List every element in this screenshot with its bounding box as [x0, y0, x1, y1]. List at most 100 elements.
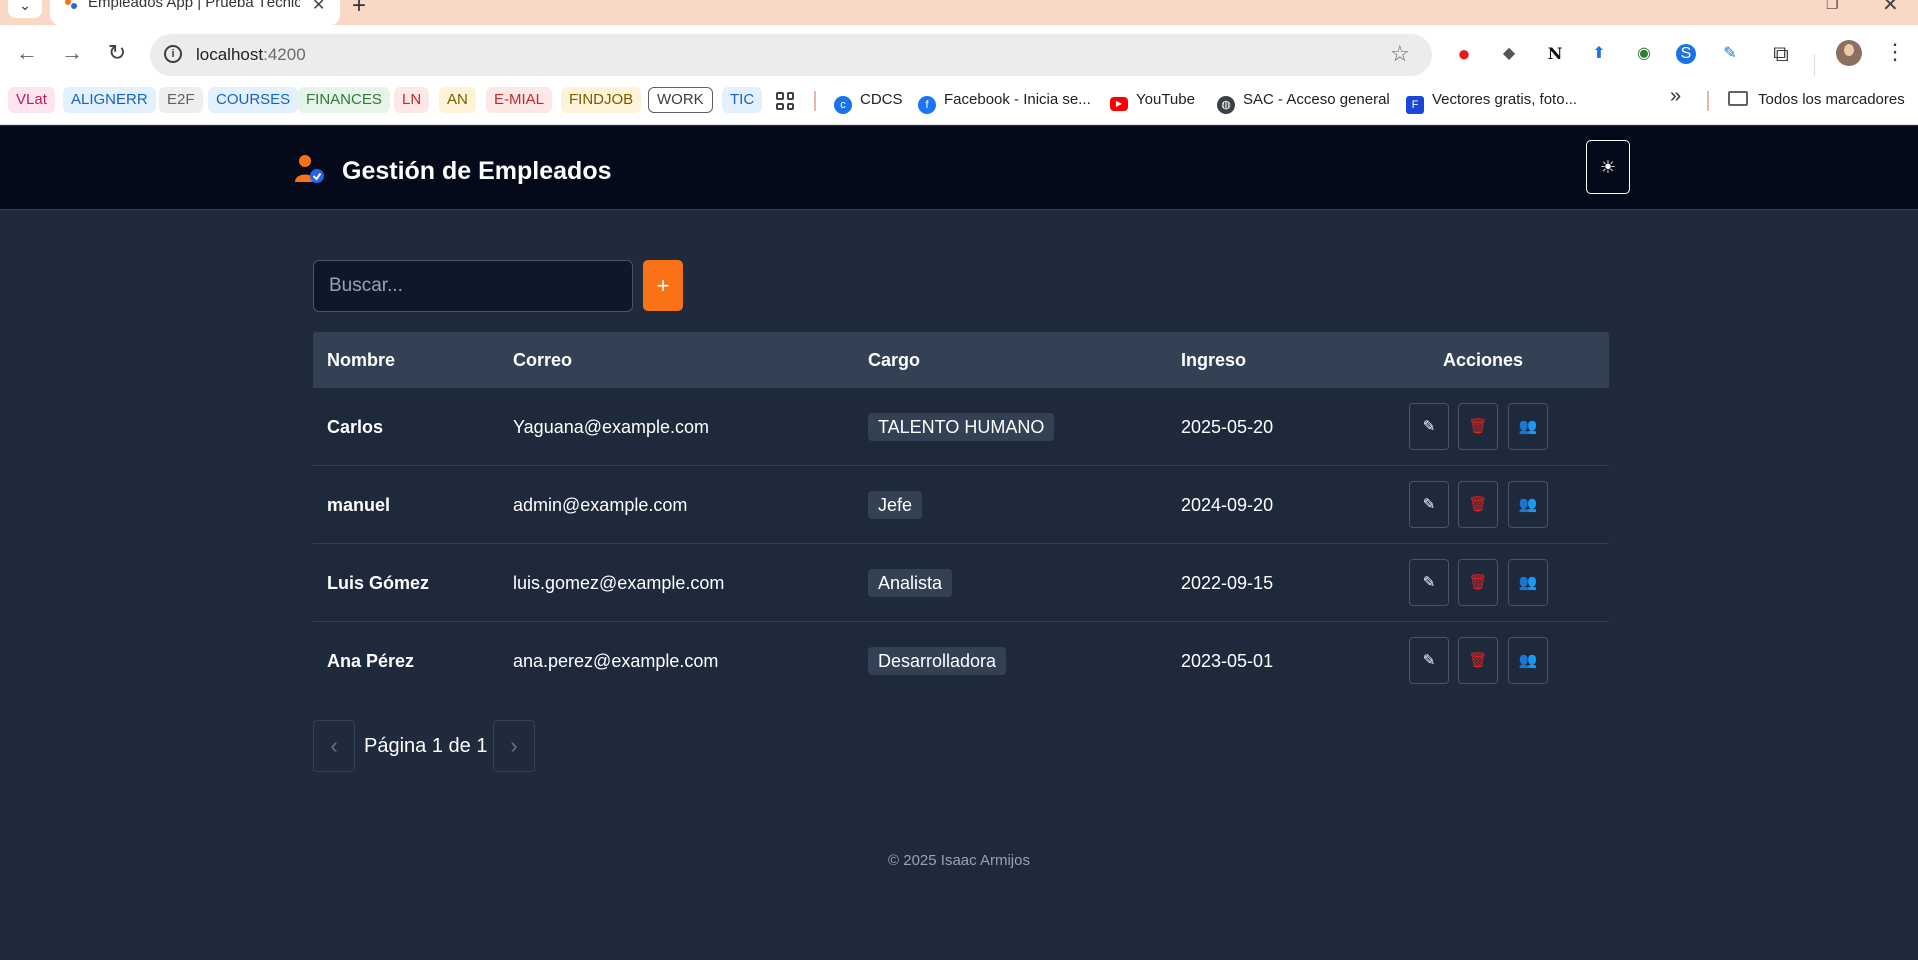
users-icon: 👥	[1518, 574, 1538, 591]
notion-extension-icon[interactable]: N	[1543, 42, 1567, 66]
employee-hire-date: 2022-09-15	[1181, 573, 1274, 593]
facebook-icon: f	[918, 96, 936, 114]
employee-name: manuel	[327, 495, 391, 515]
freepik-icon: F	[1406, 96, 1424, 114]
bookmark-facebook[interactable]: f Facebook - Inicia se...	[918, 87, 1091, 114]
assign-team-button[interactable]: 👥	[1508, 481, 1548, 528]
trash-icon: 🗑	[1468, 496, 1488, 513]
bookmark-folder-courses[interactable]: COURSES	[208, 87, 299, 113]
employee-role: Jefe	[868, 466, 923, 544]
bookmarks-divider-2	[1707, 91, 1709, 111]
toolbar-divider	[1814, 54, 1815, 76]
role-badge: Analista	[868, 569, 953, 597]
bookmark-folder-email[interactable]: E-MIAL	[486, 87, 553, 113]
bookmark-folder-an[interactable]: AN	[439, 87, 476, 113]
app-header: Gestión de Empleados ☀	[0, 126, 1918, 210]
all-bookmarks-folder[interactable]: Todos los marcadores	[1728, 87, 1905, 113]
extension-hat-icon[interactable]: ◆	[1497, 42, 1521, 66]
browser-menu-icon[interactable]: ⋮	[1884, 40, 1906, 64]
bookmark-folder-findjob[interactable]: FINDJOB	[561, 87, 642, 113]
bookmarks-bar: VLat ALIGNERR E2F COURSES FINANCES LN AN…	[0, 85, 1918, 125]
pen-extension-icon[interactable]: ✎	[1718, 42, 1742, 66]
edit-button[interactable]: ✎	[1409, 481, 1449, 528]
bookmark-folder-ln[interactable]: LN	[394, 87, 430, 113]
delete-button[interactable]: 🗑	[1458, 403, 1498, 450]
globe-extension-icon[interactable]: ◉	[1632, 42, 1656, 66]
delete-button[interactable]: 🗑	[1458, 637, 1498, 684]
delete-button[interactable]: 🗑	[1458, 481, 1498, 528]
chevron-left-icon: ‹	[330, 733, 338, 758]
assign-team-button[interactable]: 👥	[1508, 559, 1548, 606]
edit-icon: ✎	[1422, 496, 1436, 513]
delete-button[interactable]: 🗑	[1458, 559, 1498, 606]
bookmark-folder-vlat[interactable]: VLat	[8, 87, 55, 113]
employee-role: Analista	[868, 544, 953, 622]
employee-name: Carlos	[327, 417, 384, 437]
theme-toggle-button[interactable]: ☀	[1586, 140, 1630, 194]
trash-icon: 🗑	[1468, 652, 1488, 669]
user-check-icon	[295, 155, 324, 183]
trash-icon: 🗑	[1468, 574, 1488, 591]
bookmark-folder-tic[interactable]: TIC	[722, 87, 763, 113]
table-row: Ana Pérez ana.perez@example.com Desarrol…	[313, 622, 1609, 700]
apps-grid-icon[interactable]	[776, 92, 794, 110]
bookmark-star-icon[interactable]: ☆	[1390, 41, 1410, 67]
users-icon: 👥	[1518, 652, 1538, 669]
table-header: Nombre Correo Cargo Ingreso Acciones	[313, 332, 1609, 388]
new-tab-button[interactable]: +	[352, 0, 366, 20]
browser-tab-active[interactable]: Empleados App | Prueba Técnica ✕	[50, 0, 340, 25]
bookmark-vectores[interactable]: F Vectores gratis, foto...	[1406, 87, 1577, 114]
reload-icon[interactable]: ↻	[103, 41, 131, 65]
sun-icon: ☀	[1599, 157, 1617, 177]
employee-hire-date: 2024-09-20	[1181, 495, 1274, 515]
tab-close-icon[interactable]: ✕	[312, 0, 325, 15]
folder-icon	[1728, 91, 1748, 106]
tab-search-button[interactable]: ⌄	[8, 0, 42, 18]
page-indicator: Página 1 de 1	[364, 735, 488, 757]
shazam-extension-icon[interactable]: S	[1676, 44, 1696, 64]
next-page-button[interactable]: ›	[493, 720, 535, 772]
previous-page-button[interactable]: ‹	[313, 720, 355, 772]
employee-email: luis.gomez@example.com	[513, 573, 725, 593]
globe-icon: ◍	[1217, 96, 1235, 114]
add-employee-button[interactable]: +	[643, 260, 683, 311]
more-bookmarks-icon[interactable]: »	[1670, 85, 1681, 108]
window-restore-icon[interactable]: ❐	[1826, 0, 1839, 13]
employees-card: + Nombre Correo Cargo Ingreso Acciones C…	[294, 241, 1628, 791]
chevron-right-icon: ›	[510, 733, 518, 758]
address-bar[interactable]: i localhost:4200 ☆	[150, 34, 1432, 76]
bookmark-folder-finances[interactable]: FINANCES	[298, 87, 390, 113]
edit-icon: ✎	[1422, 652, 1436, 669]
bookmark-folder-alignerr[interactable]: ALIGNERR	[63, 87, 156, 113]
search-input[interactable]	[313, 260, 633, 312]
opera-extension-icon[interactable]: ●	[1452, 42, 1476, 66]
bookmark-folder-work[interactable]: WORK	[648, 87, 713, 113]
employee-email: admin@example.com	[513, 495, 688, 515]
column-header-acciones: Acciones	[1443, 350, 1524, 370]
extensions-puzzle-icon[interactable]: ⧉	[1769, 42, 1793, 66]
bookmark-folder-e2f[interactable]: E2F	[159, 87, 203, 113]
assign-team-button[interactable]: 👥	[1508, 403, 1548, 450]
browser-toolbar: ← → ↻ i localhost:4200 ☆ ● ◆ N ⬆ ◉ S ✎ ⧉…	[0, 25, 1918, 85]
url-text: localhost:4200	[196, 45, 306, 64]
window-close-icon[interactable]: ✕	[1882, 0, 1899, 17]
edit-button[interactable]: ✎	[1409, 559, 1449, 606]
edit-button[interactable]: ✎	[1409, 403, 1449, 450]
assign-team-button[interactable]: 👥	[1508, 637, 1548, 684]
forward-arrow-icon[interactable]: →	[58, 41, 86, 65]
employee-name: Ana Pérez	[327, 651, 415, 671]
bookmark-cdcs[interactable]: c CDCS	[834, 87, 903, 114]
edit-button[interactable]: ✎	[1409, 637, 1449, 684]
upload-extension-icon[interactable]: ⬆	[1587, 42, 1611, 66]
back-arrow-icon[interactable]: ←	[13, 41, 41, 65]
profile-avatar[interactable]	[1836, 40, 1862, 66]
table-row: Luis Gómez luis.gomez@example.com Analis…	[313, 544, 1609, 622]
bookmark-sac[interactable]: ◍ SAC - Acceso general	[1217, 87, 1390, 114]
bookmark-youtube[interactable]: ▶ YouTube	[1110, 87, 1195, 113]
employee-role: TALENTO HUMANO	[868, 388, 1055, 466]
employee-email: Yaguana@example.com	[513, 417, 710, 437]
table-row: manuel admin@example.com Jefe 2024-09-20…	[313, 466, 1609, 544]
site-info-icon[interactable]: i	[164, 45, 182, 63]
app-favicon-icon	[65, 0, 77, 9]
employee-hire-date: 2023-05-01	[1181, 651, 1274, 671]
